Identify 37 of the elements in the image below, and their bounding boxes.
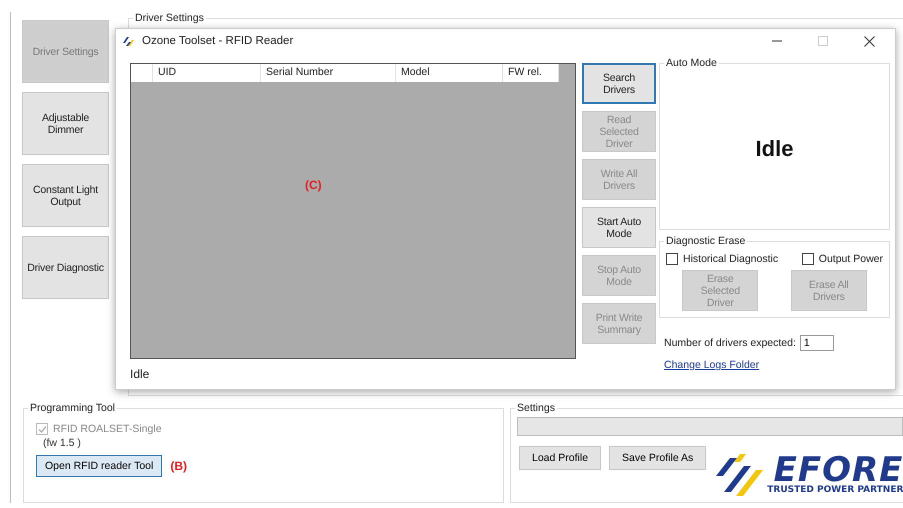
group-title: Settings xyxy=(515,402,557,414)
change-logs-link[interactable]: Change Logs Folder xyxy=(659,359,760,371)
column-header[interactable]: UID xyxy=(153,64,261,82)
logo-icon xyxy=(714,452,764,498)
group-title: Auto Mode xyxy=(664,57,719,69)
column-header[interactable]: FW rel. xyxy=(503,64,559,82)
auto-mode-status: Idle xyxy=(756,136,794,162)
annotation-label: (B) xyxy=(170,459,188,473)
sidebar-button[interactable]: Constant Light Output xyxy=(22,164,109,227)
annotation-label: (C) xyxy=(305,178,322,192)
checkbox[interactable] xyxy=(666,253,678,265)
tagline: TRUSTED POWER PARTNER xyxy=(767,485,903,495)
checkbox-label: Output Power xyxy=(818,253,883,265)
column-header[interactable]: Model xyxy=(396,64,503,82)
action-button[interactable]: Start Auto Mode xyxy=(582,207,656,248)
group-title: Programming Tool xyxy=(28,402,118,414)
checkbox-label: Historical Diagnostic xyxy=(683,253,778,265)
app-icon xyxy=(122,34,136,48)
group-title: Diagnostic Erase xyxy=(664,235,748,247)
column-header[interactable]: Serial Number xyxy=(261,64,396,82)
row-header-cell xyxy=(131,64,153,82)
profile-button[interactable]: Load Profile xyxy=(519,446,602,470)
field-label: Number of drivers expected: xyxy=(664,337,796,349)
window-title: Ozone Toolset - RFID Reader xyxy=(142,35,294,47)
brand-name: EFORE xyxy=(774,455,903,485)
sidebar-button[interactable]: Adjustable Dimmer xyxy=(22,92,109,155)
checkbox-label: RFID ROALSET-Single xyxy=(53,423,162,435)
open-reader-button[interactable]: Open RFID reader Tool xyxy=(36,455,162,477)
number-field[interactable]: 1 xyxy=(800,335,834,351)
checkbox[interactable] xyxy=(802,253,814,265)
profile-button[interactable]: Save Profile As xyxy=(609,446,706,470)
action-button[interactable]: Search Drivers xyxy=(582,63,656,104)
group-title: Driver Settings xyxy=(133,12,206,24)
status-text: Idle xyxy=(130,366,150,381)
sidebar-button[interactable]: Driver Diagnostic xyxy=(22,236,109,299)
firmware-text: (fw 1.5 ) xyxy=(42,437,81,449)
close-icon[interactable] xyxy=(864,36,874,46)
